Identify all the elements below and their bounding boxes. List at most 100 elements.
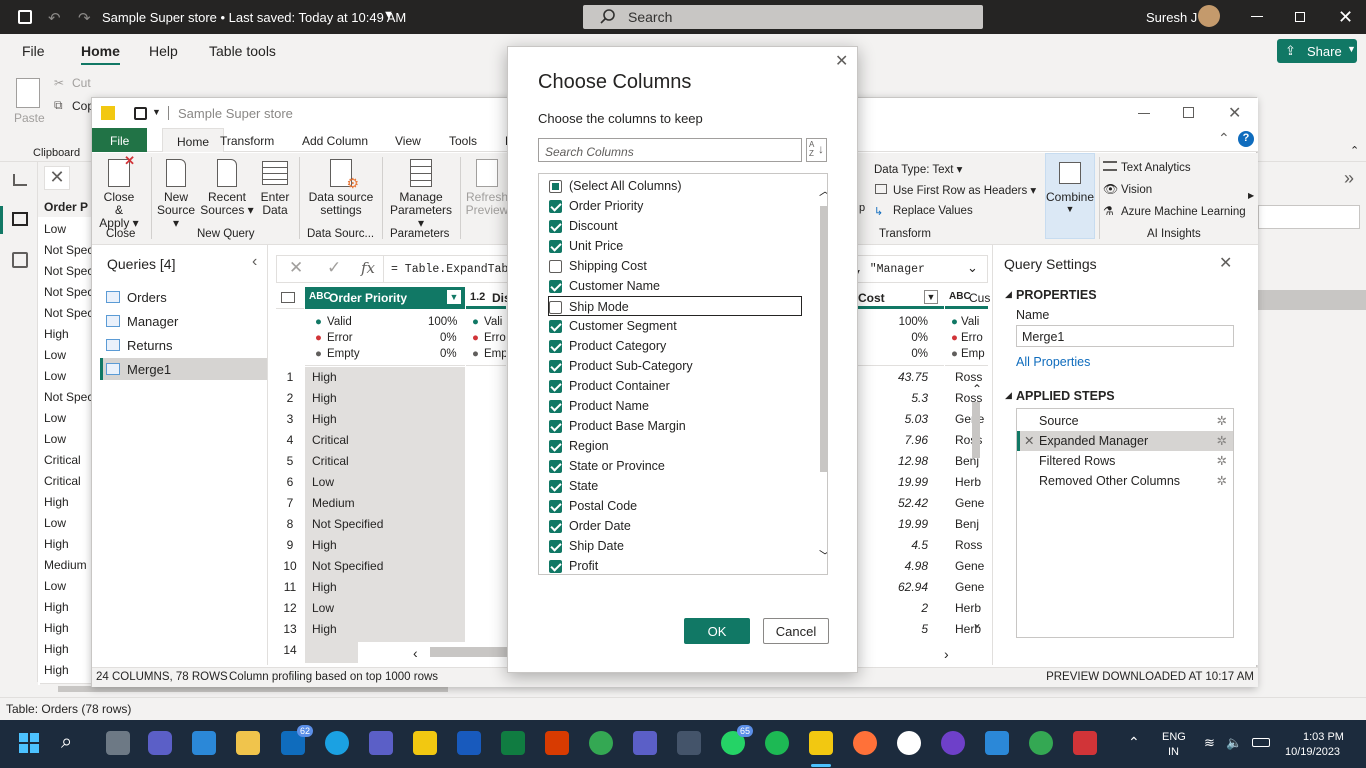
checkbox[interactable]: [549, 560, 562, 573]
query-item-merge1[interactable]: Merge1: [100, 358, 267, 380]
chevron-down-icon[interactable]: ▼: [383, 9, 394, 21]
query-name-field[interactable]: Merge1: [1016, 325, 1234, 347]
search-icon[interactable]: ⌕: [61, 731, 85, 755]
column-option[interactable]: State: [549, 476, 803, 496]
step-expanded-manager[interactable]: ✕ Expanded Manager ✲: [1017, 431, 1233, 451]
scroll-left-icon[interactable]: ‹: [413, 645, 418, 661]
cut-label[interactable]: Cut: [72, 76, 91, 90]
edge-icon[interactable]: [325, 731, 349, 755]
combine-button[interactable]: Combine ▼: [1045, 153, 1095, 239]
search-columns-input[interactable]: Search Columns: [538, 138, 802, 162]
column-option[interactable]: Ship Date: [549, 536, 803, 556]
gear-icon[interactable]: ✲: [1217, 453, 1227, 468]
manage-parameters-button[interactable]: Manage Parameters ▾: [386, 159, 456, 230]
copilot-icon[interactable]: [369, 731, 393, 755]
data-type-dropdown[interactable]: Data Type: Text ▾: [874, 162, 962, 176]
report-view-icon[interactable]: [13, 174, 27, 186]
gear-icon[interactable]: ✲: [1217, 413, 1227, 428]
close-icon[interactable]: ✕: [1228, 103, 1241, 123]
scroll-down-icon[interactable]: ﹀: [819, 547, 827, 564]
text-analytics-button[interactable]: Text Analytics: [1121, 162, 1191, 174]
powerpoint-icon[interactable]: [545, 731, 569, 755]
store-icon[interactable]: [192, 731, 216, 755]
model-view-icon[interactable]: [12, 252, 28, 268]
whatsapp-icon[interactable]: 65: [721, 725, 753, 755]
checkbox[interactable]: [549, 540, 562, 553]
use-first-row-button[interactable]: Use First Row as Headers ▾: [893, 183, 1036, 197]
chrome-icon[interactable]: [1029, 731, 1053, 755]
column-type-icon[interactable]: 1.2: [470, 291, 485, 303]
cancel-formula-icon[interactable]: ✕: [44, 166, 70, 190]
excel-icon[interactable]: [501, 731, 525, 755]
tab-add-column[interactable]: Add Column: [302, 134, 368, 148]
status-profiling[interactable]: Column profiling based on top 1000 rows: [229, 671, 438, 683]
clock-time[interactable]: 1:03 PM: [1303, 731, 1344, 743]
column-option[interactable]: Product Container: [549, 376, 803, 396]
column-option[interactable]: Postal Code: [549, 496, 803, 516]
gear-icon[interactable]: ✲: [1217, 473, 1227, 488]
tab-tools[interactable]: Tools: [449, 134, 477, 148]
spotify-icon[interactable]: [765, 731, 789, 755]
wifi-icon[interactable]: ≋: [1204, 735, 1215, 751]
restore-icon[interactable]: [1295, 12, 1305, 22]
github-icon[interactable]: [897, 731, 921, 755]
column-option[interactable]: Shipping Cost: [549, 256, 803, 276]
column-option[interactable]: Product Base Margin: [549, 416, 803, 436]
column-option[interactable]: Ship Mode: [548, 296, 802, 316]
column-option[interactable]: Region: [549, 436, 803, 456]
region-indicator[interactable]: IN: [1168, 746, 1179, 758]
delete-step-icon[interactable]: ✕: [1024, 433, 1034, 448]
tab-home[interactable]: Home: [162, 128, 225, 152]
save-icon[interactable]: [134, 107, 147, 120]
scroll-thumb[interactable]: [972, 402, 980, 458]
checkbox[interactable]: [549, 240, 562, 253]
tab-transform[interactable]: Transform: [220, 134, 274, 148]
column-header-shipping-cost[interactable]: Cost ▼: [858, 287, 944, 309]
menu-table-tools[interactable]: Table tools: [209, 43, 276, 59]
formula-text[interactable]: = Table.ExpandTab: [391, 263, 508, 276]
column-option[interactable]: Customer Name: [549, 276, 803, 296]
column-type-icon[interactable]: ABC: [949, 291, 971, 302]
filter-dropdown-icon[interactable]: ▼: [924, 290, 938, 304]
clock-date[interactable]: 10/19/2023: [1285, 746, 1340, 758]
photos-icon[interactable]: [985, 731, 1009, 755]
close-apply-button[interactable]: ✕ Close & Apply ▾: [98, 154, 140, 230]
bg-search-field[interactable]: [1258, 205, 1360, 229]
checkbox[interactable]: [549, 320, 562, 333]
column-option[interactable]: Product Category: [549, 336, 803, 356]
checkbox[interactable]: [549, 340, 562, 353]
table-view-icon[interactable]: [12, 212, 28, 226]
teams-icon[interactable]: [633, 731, 657, 755]
bg-column-header[interactable]: Order P: [38, 195, 94, 217]
file-explorer-icon[interactable]: [236, 731, 260, 755]
new-source-button[interactable]: New Source ▾: [154, 159, 198, 230]
battery-icon[interactable]: [1252, 738, 1270, 747]
tab-view[interactable]: View: [395, 134, 421, 148]
undo-icon[interactable]: ↶: [48, 9, 61, 27]
checkbox[interactable]: [549, 380, 562, 393]
close-icon[interactable]: ✕: [835, 51, 848, 71]
pdf-icon[interactable]: [1073, 731, 1097, 755]
query-item-orders[interactable]: Orders: [100, 286, 267, 308]
teams-chat-icon[interactable]: [148, 731, 172, 755]
redo-icon[interactable]: ↷: [78, 9, 91, 27]
menu-help[interactable]: Help: [149, 43, 178, 59]
checkbox[interactable]: [549, 400, 562, 413]
column-option[interactable]: Product Name: [549, 396, 803, 416]
column-option[interactable]: (Select All Columns): [549, 176, 803, 196]
all-properties-link[interactable]: All Properties: [1016, 355, 1090, 369]
refresh-preview-button[interactable]: Refresh Preview: [464, 159, 510, 217]
table-menu-icon[interactable]: [276, 287, 304, 309]
column-option[interactable]: Discount: [549, 216, 803, 236]
scroll-up-icon[interactable]: ⌃: [972, 382, 982, 396]
collapse-triangle-icon[interactable]: ◢: [1005, 390, 1012, 401]
browser-icon[interactable]: [853, 731, 877, 755]
task-view-icon[interactable]: [106, 731, 130, 755]
scroll-right-icon[interactable]: ›: [944, 646, 949, 662]
checkbox[interactable]: [549, 460, 562, 473]
cancel-formula-icon[interactable]: ✕: [289, 258, 303, 278]
collapse-triangle-icon[interactable]: ◢: [1005, 289, 1012, 300]
grid-vertical-scrollbar[interactable]: ⌃ ⌄: [970, 382, 984, 632]
formula-text-tail[interactable]: ", "Manager: [849, 263, 925, 276]
step-source[interactable]: Source ✲: [1017, 411, 1233, 431]
